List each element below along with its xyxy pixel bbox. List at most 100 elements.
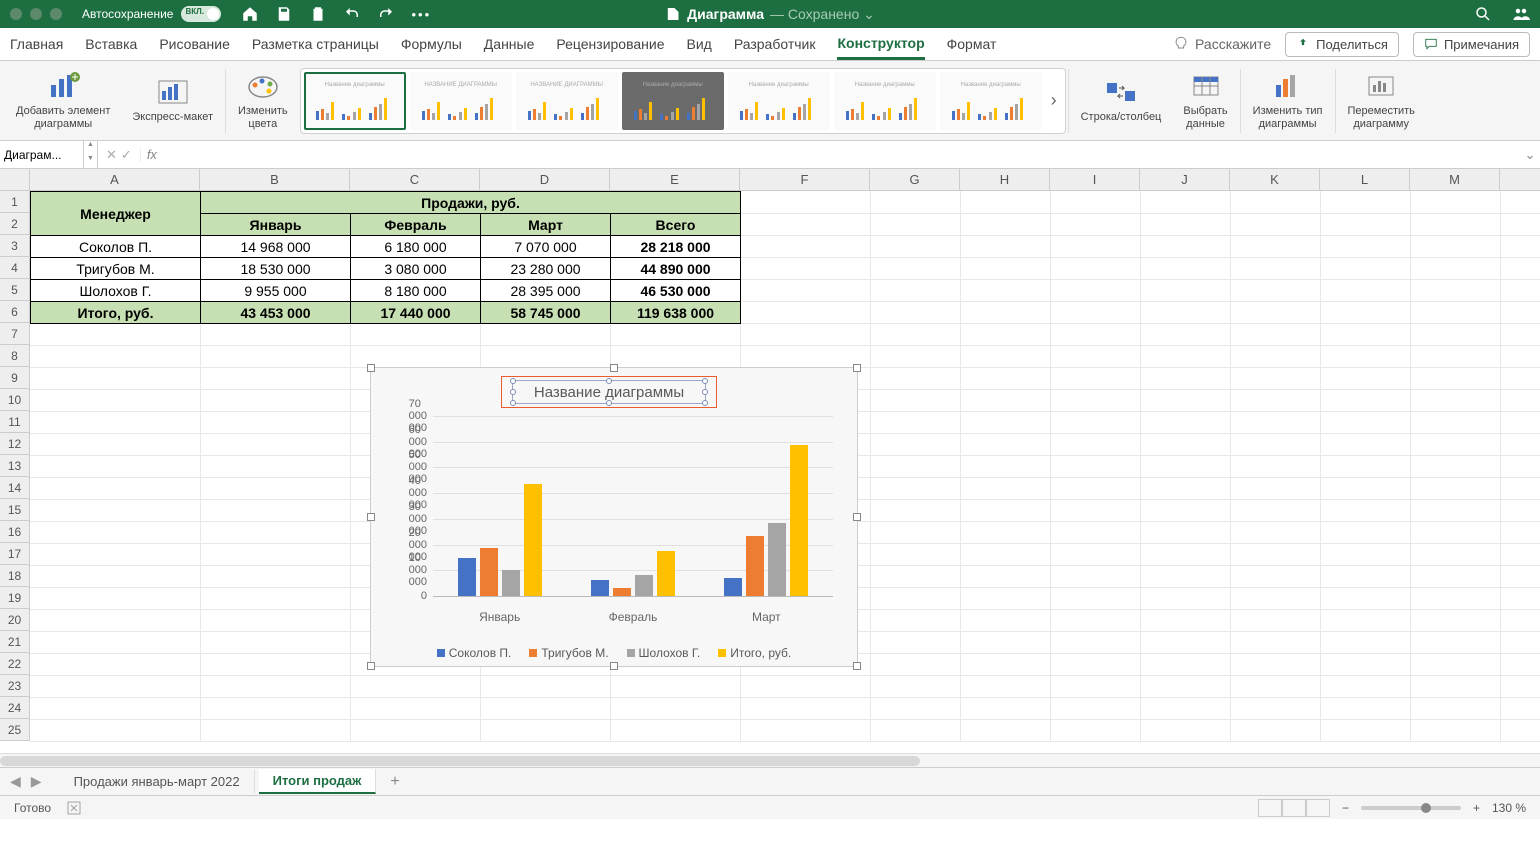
chart-bar[interactable] bbox=[768, 523, 786, 596]
clipboard-icon[interactable] bbox=[309, 5, 327, 23]
row-header-10[interactable]: 10 bbox=[0, 389, 29, 411]
autosave-toggle[interactable]: Автосохранение ВКЛ. bbox=[82, 6, 221, 22]
chart-style-3[interactable]: НАЗВАНИЕ ДИАГРАММЫ bbox=[516, 72, 618, 130]
tab-chart-design[interactable]: Конструктор bbox=[837, 29, 924, 60]
zoom-level[interactable]: 130 % bbox=[1492, 801, 1526, 815]
redo-icon[interactable] bbox=[377, 5, 395, 23]
save-icon[interactable] bbox=[275, 5, 293, 23]
tell-me-search[interactable]: Расскажите bbox=[1173, 36, 1271, 52]
row-header-22[interactable]: 22 bbox=[0, 653, 29, 675]
row-header-16[interactable]: 16 bbox=[0, 521, 29, 543]
row-header-4[interactable]: 4 bbox=[0, 257, 29, 279]
select-all-corner[interactable] bbox=[0, 169, 30, 190]
row-header-14[interactable]: 14 bbox=[0, 477, 29, 499]
row-header-15[interactable]: 15 bbox=[0, 499, 29, 521]
chart-title-text[interactable]: Название диаграммы bbox=[512, 380, 706, 404]
row-header-11[interactable]: 11 bbox=[0, 411, 29, 433]
tab-insert[interactable]: Вставка bbox=[85, 30, 137, 58]
gallery-more-button[interactable]: › bbox=[1046, 90, 1062, 111]
col-header-E[interactable]: E bbox=[610, 169, 740, 190]
chart-bar[interactable] bbox=[613, 588, 631, 596]
tab-home[interactable]: Главная bbox=[10, 30, 63, 58]
comments-button[interactable]: Примечания bbox=[1413, 32, 1530, 57]
col-header-C[interactable]: C bbox=[350, 169, 480, 190]
chart-bar[interactable] bbox=[458, 558, 476, 596]
row-header-3[interactable]: 3 bbox=[0, 235, 29, 257]
chart-bar[interactable] bbox=[746, 536, 764, 596]
tab-formulas[interactable]: Формулы bbox=[401, 30, 462, 58]
row-header-7[interactable]: 7 bbox=[0, 323, 29, 345]
col-header-M[interactable]: M bbox=[1410, 169, 1500, 190]
row-header-12[interactable]: 12 bbox=[0, 433, 29, 455]
tab-developer[interactable]: Разработчик bbox=[734, 30, 816, 58]
spreadsheet-grid[interactable]: ABCDEFGHIJKLM 12345678910111213141516171… bbox=[0, 169, 1540, 753]
minimize-icon[interactable] bbox=[30, 8, 42, 20]
legend-item[interactable]: Шолохов Г. bbox=[627, 646, 701, 660]
col-header-K[interactable]: K bbox=[1230, 169, 1320, 190]
chart-style-6[interactable]: Название диаграммы bbox=[834, 72, 936, 130]
row-header-23[interactable]: 23 bbox=[0, 675, 29, 697]
row-header-13[interactable]: 13 bbox=[0, 455, 29, 477]
select-data-button[interactable]: Выбрать данные bbox=[1173, 61, 1237, 140]
zoom-in-button[interactable]: + bbox=[1473, 801, 1480, 815]
chart-bar[interactable] bbox=[502, 570, 520, 596]
chart-legend[interactable]: Соколов П.Тригубов М.Шолохов Г.Итого, ру… bbox=[371, 646, 857, 660]
tab-page-layout[interactable]: Разметка страницы bbox=[252, 30, 379, 58]
window-controls[interactable] bbox=[10, 8, 62, 20]
row-header-9[interactable]: 9 bbox=[0, 367, 29, 389]
name-box[interactable]: Диаграм... bbox=[0, 141, 84, 168]
undo-icon[interactable] bbox=[343, 5, 361, 23]
formula-expand-icon[interactable]: ⌄ bbox=[1520, 147, 1540, 163]
sales-table[interactable]: МенеджерПродажи, руб.ЯнварьФевральМартВс… bbox=[30, 191, 741, 324]
row-header-21[interactable]: 21 bbox=[0, 631, 29, 653]
namebox-stepper[interactable]: ▲▼ bbox=[84, 141, 98, 168]
switch-row-col-button[interactable]: Строка/столбец bbox=[1071, 61, 1172, 140]
col-header-F[interactable]: F bbox=[740, 169, 870, 190]
move-chart-button[interactable]: Переместить диаграмму bbox=[1338, 61, 1425, 140]
view-page-layout-icon[interactable] bbox=[1282, 799, 1306, 817]
chart-style-7[interactable]: Название диаграммы bbox=[940, 72, 1042, 130]
change-chart-type-button[interactable]: Изменить тип диаграммы bbox=[1243, 61, 1333, 140]
tab-review[interactable]: Рецензирование bbox=[556, 30, 664, 58]
row-headers[interactable]: 1234567891011121314151617181920212223242… bbox=[0, 191, 30, 741]
horizontal-scrollbar[interactable] bbox=[0, 753, 1540, 767]
row-header-18[interactable]: 18 bbox=[0, 565, 29, 587]
chart-bar[interactable] bbox=[790, 445, 808, 596]
tab-format[interactable]: Формат bbox=[947, 30, 997, 58]
view-buttons[interactable] bbox=[1258, 799, 1330, 817]
view-page-break-icon[interactable] bbox=[1306, 799, 1330, 817]
row-header-5[interactable]: 5 bbox=[0, 279, 29, 301]
quick-layout-button[interactable]: Экспресс-макет bbox=[122, 61, 223, 140]
col-header-D[interactable]: D bbox=[480, 169, 610, 190]
col-header-H[interactable]: H bbox=[960, 169, 1050, 190]
zoom-out-button[interactable]: − bbox=[1342, 801, 1349, 815]
view-normal-icon[interactable] bbox=[1258, 799, 1282, 817]
fx-icon[interactable]: fx bbox=[140, 147, 163, 162]
tab-view[interactable]: Вид bbox=[687, 30, 712, 58]
chart-style-1[interactable]: Название диаграммы bbox=[304, 72, 406, 130]
col-header-B[interactable]: B bbox=[200, 169, 350, 190]
row-header-19[interactable]: 19 bbox=[0, 587, 29, 609]
column-headers[interactable]: ABCDEFGHIJKLM bbox=[0, 169, 1540, 191]
legend-item[interactable]: Итого, руб. bbox=[718, 646, 791, 660]
search-icon[interactable] bbox=[1474, 5, 1492, 23]
row-header-6[interactable]: 6 bbox=[0, 301, 29, 323]
row-header-25[interactable]: 25 bbox=[0, 719, 29, 741]
legend-item[interactable]: Соколов П. bbox=[437, 646, 512, 660]
maximize-icon[interactable] bbox=[50, 8, 62, 20]
chart-title-selection[interactable]: Название диаграммы bbox=[501, 376, 717, 408]
sheet-tab-0[interactable]: Продажи январь-март 2022 bbox=[60, 770, 255, 793]
col-header-L[interactable]: L bbox=[1320, 169, 1410, 190]
chart-bar[interactable] bbox=[480, 548, 498, 596]
add-chart-element-button[interactable]: Добавить элемент диаграммы bbox=[6, 61, 120, 140]
zoom-slider[interactable] bbox=[1361, 806, 1461, 810]
share-button[interactable]: Поделиться bbox=[1285, 32, 1399, 57]
chart-bar[interactable] bbox=[657, 551, 675, 596]
col-header-I[interactable]: I bbox=[1050, 169, 1140, 190]
document-title[interactable]: Диаграмма — Сохранено ⌄ bbox=[665, 6, 875, 23]
add-sheet-button[interactable]: + bbox=[380, 773, 409, 791]
chart-bar[interactable] bbox=[591, 580, 609, 596]
tab-draw[interactable]: Рисование bbox=[159, 30, 230, 58]
accept-formula-icon[interactable]: ✓ bbox=[121, 147, 132, 163]
col-header-J[interactable]: J bbox=[1140, 169, 1230, 190]
